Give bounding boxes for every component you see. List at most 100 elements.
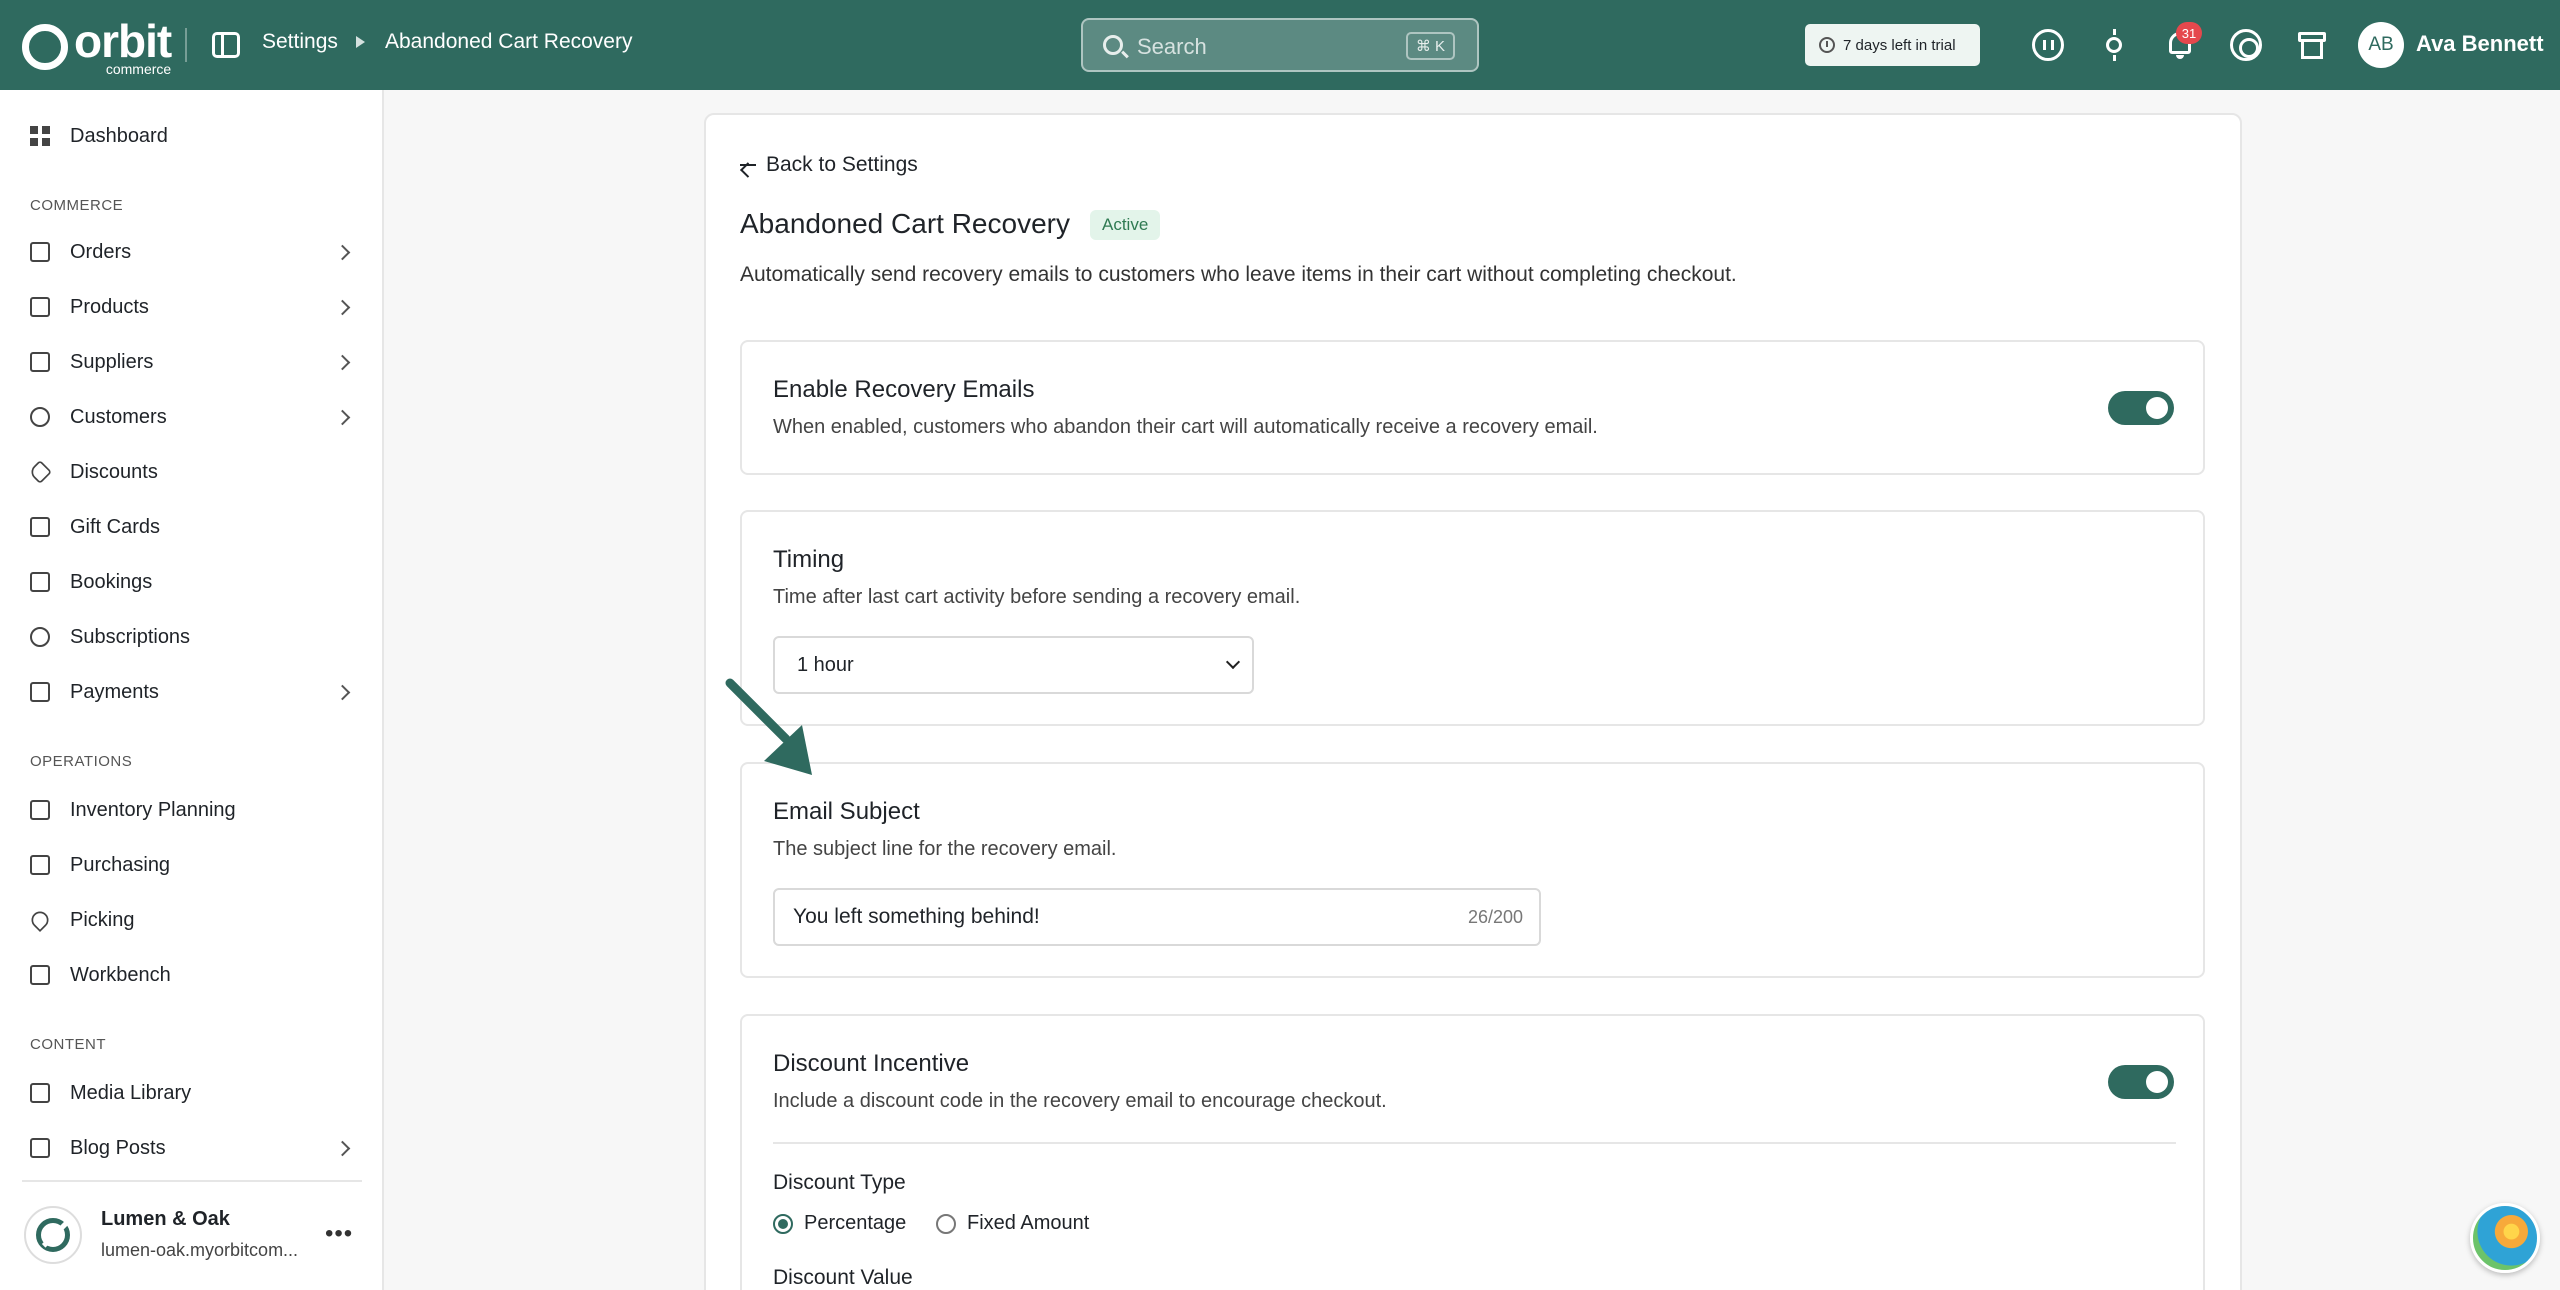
sun-icon[interactable]	[2098, 29, 2130, 61]
package-icon	[30, 297, 50, 317]
sidebar-item-subscriptions[interactable]: Subscriptions	[0, 615, 384, 659]
breadcrumb-settings[interactable]: Settings	[262, 30, 338, 54]
orders-icon	[30, 242, 50, 262]
email-subject-input[interactable]	[793, 905, 1393, 929]
store-icon[interactable]	[2296, 29, 2328, 61]
email-subject-field[interactable]: 26/200	[773, 888, 1541, 946]
sidebar-item-purchasing[interactable]: Purchasing	[0, 843, 384, 887]
chevron-right-icon	[334, 244, 351, 260]
sidebar-item-picking[interactable]: Picking	[0, 898, 384, 942]
floating-assistant-button[interactable]	[2470, 1203, 2540, 1273]
orbit-logo-icon	[22, 24, 68, 70]
map-pin-icon	[27, 907, 53, 933]
trial-badge[interactable]: 7 days left in trial	[1805, 24, 1980, 66]
sidebar-toggle-icon[interactable]	[212, 32, 240, 58]
page-description: Automatically send recovery emails to cu…	[740, 263, 1737, 286]
page-title: Abandoned Cart Recovery	[740, 208, 1070, 239]
discount-incentive-description: Include a discount code in the recovery …	[773, 1090, 1387, 1112]
notification-badge: 31	[2176, 22, 2202, 44]
email-subject-description: The subject line for the recovery email.	[773, 838, 1117, 860]
sidebar-item-blog-posts[interactable]: Blog Posts	[0, 1126, 384, 1170]
more-options-icon[interactable]: •••	[325, 1220, 353, 1248]
enable-recovery-description: When enabled, customers who abandon thei…	[773, 416, 1598, 438]
search-box[interactable]: ⌘ K	[1081, 18, 1479, 72]
sidebar-item-bookings[interactable]: Bookings	[0, 560, 384, 604]
user-name[interactable]: Ava Bennett	[2416, 31, 2544, 57]
discount-type-label: Discount Type	[773, 1171, 906, 1194]
users-icon	[30, 407, 50, 427]
sidebar: Dashboard COMMERCE Orders Products Suppl…	[0, 90, 384, 1290]
building-icon	[30, 352, 50, 372]
help-icon[interactable]	[2230, 29, 2262, 61]
timing-select[interactable]: 1 hour	[773, 636, 1254, 694]
search-icon	[1103, 35, 1123, 55]
calendar-icon	[30, 572, 50, 592]
chevron-down-icon	[1225, 654, 1241, 670]
image-icon	[30, 1083, 50, 1103]
trial-label: 7 days left in trial	[1843, 36, 1956, 54]
store-logo[interactable]	[24, 1206, 82, 1264]
discount-incentive-toggle[interactable]	[2108, 1065, 2174, 1099]
store-url: lumen-oak.myorbitcom...	[101, 1240, 299, 1260]
sidebar-item-payments[interactable]: Payments	[0, 670, 384, 714]
timing-panel: Timing Time after last cart activity bef…	[740, 510, 2205, 726]
enable-recovery-panel: Enable Recovery Emails When enabled, cus…	[740, 340, 2205, 475]
radio-fixed-amount-label[interactable]: Fixed Amount	[967, 1212, 1089, 1235]
credit-card-icon	[30, 682, 50, 702]
sidebar-item-dashboard[interactable]: Dashboard	[0, 114, 384, 158]
breadcrumb-current: Abandoned Cart Recovery	[385, 30, 633, 53]
sidebar-item-discounts[interactable]: Discounts	[0, 450, 384, 494]
chevron-right-icon	[334, 354, 351, 370]
chevron-right-icon	[334, 684, 351, 700]
sidebar-item-workbench[interactable]: Workbench	[0, 953, 384, 997]
sidebar-item-inventory-planning[interactable]: Inventory Planning	[0, 788, 384, 832]
document-icon	[30, 1138, 50, 1158]
section-content: CONTENT	[30, 1036, 106, 1053]
sidebar-item-customers[interactable]: Customers	[0, 395, 384, 439]
logo-word: orbit	[74, 15, 172, 67]
sidebar-item-media-library[interactable]: Media Library	[0, 1071, 384, 1115]
status-badge: Active	[1090, 210, 1161, 240]
discount-incentive-panel: Discount Incentive Include a discount co…	[740, 1014, 2205, 1290]
search-shortcut: ⌘ K	[1405, 32, 1455, 60]
chevron-right-icon	[334, 299, 351, 315]
enable-recovery-title: Enable Recovery Emails	[773, 376, 1035, 403]
email-subject-panel: Email Subject The subject line for the r…	[740, 762, 2205, 978]
section-commerce: COMMERCE	[30, 197, 124, 214]
sidebar-item-gift-cards[interactable]: Gift Cards	[0, 505, 384, 549]
sidebar-divider	[22, 1180, 362, 1182]
orbit-logo[interactable]: orbit commerce	[22, 15, 172, 77]
breadcrumb-chevron-icon	[356, 36, 365, 48]
store-logo-icon	[36, 1218, 70, 1252]
back-to-settings-link[interactable]: Back to Settings	[740, 153, 918, 177]
sidebar-item-products[interactable]: Products	[0, 285, 384, 329]
chevron-right-icon	[334, 1140, 351, 1156]
logo-sub: commerce	[105, 61, 172, 77]
sidebar-item-suppliers[interactable]: Suppliers	[0, 340, 384, 384]
discount-incentive-title: Discount Incentive	[773, 1050, 970, 1077]
gift-icon	[30, 517, 50, 537]
discount-divider	[773, 1142, 2176, 1144]
enable-recovery-toggle[interactable]	[2108, 391, 2174, 425]
arrow-left-icon	[740, 163, 756, 167]
timing-description: Time after last cart activity before sen…	[773, 586, 1301, 608]
character-counter: 26/200	[1467, 907, 1523, 927]
timing-selected-value: 1 hour	[797, 653, 854, 676]
cube-icon	[30, 965, 50, 985]
top-bar: orbit commerce Settings Abandoned Cart R…	[0, 0, 2560, 90]
ai-assistant-icon[interactable]	[2032, 29, 2064, 61]
chevron-right-icon	[334, 409, 351, 425]
discount-value-label: Discount Value	[773, 1266, 913, 1289]
email-subject-title: Email Subject	[773, 798, 920, 825]
radio-percentage[interactable]	[773, 1214, 793, 1234]
timing-title: Timing	[773, 546, 845, 573]
avatar[interactable]: AB	[2358, 22, 2404, 68]
radio-fixed-amount[interactable]	[936, 1214, 956, 1234]
search-input[interactable]	[1137, 32, 1387, 62]
header-divider	[185, 28, 187, 62]
clock-icon	[1819, 37, 1835, 53]
store-name[interactable]: Lumen & Oak	[101, 1208, 230, 1231]
package-icon	[30, 855, 50, 875]
radio-percentage-label[interactable]: Percentage	[804, 1212, 906, 1235]
sidebar-item-orders[interactable]: Orders	[0, 230, 384, 274]
